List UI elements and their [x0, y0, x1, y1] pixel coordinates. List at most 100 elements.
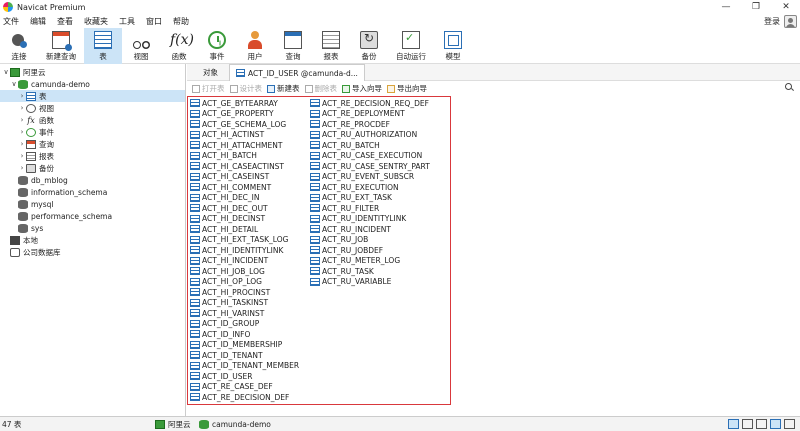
table-item[interactable]: ACT_RU_METER_LOG	[310, 256, 400, 267]
tree-db-information-schema[interactable]: information_schema	[18, 186, 107, 198]
table-item[interactable]: ACT_HI_ATTACHMENT	[190, 140, 282, 151]
table-button[interactable]: 表	[84, 28, 122, 64]
connect-button[interactable]: 连接	[0, 28, 38, 64]
delete-table-button[interactable]: 删除表	[304, 83, 337, 94]
table-item[interactable]: ACT_ID_TENANT_MEMBER	[190, 361, 299, 372]
expand-icon[interactable]: ∨	[2, 68, 10, 76]
table-item[interactable]: ACT_GE_SCHEMA_LOG	[190, 119, 286, 130]
left-panel-toggle-icon[interactable]	[770, 419, 781, 429]
table-item[interactable]: ACT_RU_EVENT_SUBSCR	[310, 172, 414, 183]
table-item[interactable]: ACT_HI_COMMENT	[190, 182, 271, 193]
import-wizard-button[interactable]: 导入向导	[342, 83, 382, 94]
table-item[interactable]: ACT_RU_JOBDEF	[310, 245, 383, 256]
query-button[interactable]: 查询	[274, 28, 312, 64]
table-item[interactable]: ACT_RU_VARIABLE	[310, 277, 391, 288]
table-item[interactable]: ACT_ID_TENANT	[190, 350, 263, 361]
table-item[interactable]: ACT_GE_BYTEARRAY	[190, 98, 278, 109]
menu-tools[interactable]: 工具	[116, 16, 143, 27]
menu-edit[interactable]: 编辑	[27, 16, 54, 27]
table-item[interactable]: ACT_HI_DETAIL	[190, 224, 258, 235]
design-table-button[interactable]: 设计表	[229, 83, 262, 94]
view-button[interactable]: 视图	[122, 28, 160, 64]
table-item[interactable]: ACT_RU_CASE_SENTRY_PART	[310, 161, 430, 172]
table-item[interactable]: ACT_RU_FILTER	[310, 203, 379, 214]
tree-db-mysql[interactable]: mysql	[18, 198, 54, 210]
search-icon[interactable]	[785, 83, 794, 92]
table-item[interactable]: ACT_RU_IDENTITYLINK	[310, 214, 406, 225]
right-panel-toggle-icon[interactable]	[784, 419, 795, 429]
expand-icon[interactable]: ›	[18, 92, 26, 100]
new-query-button[interactable]: 新建查询	[38, 28, 84, 64]
table-item[interactable]: ACT_HI_EXT_TASK_LOG	[190, 235, 288, 246]
expand-icon[interactable]: ›	[18, 116, 26, 124]
table-item[interactable]: ACT_HI_OP_LOG	[190, 277, 262, 288]
tree-connection-local[interactable]: 本地	[10, 234, 38, 246]
table-item[interactable]: ACT_RU_EXECUTION	[310, 182, 399, 193]
tree-connection-aliyun[interactable]: ∨ 阿里云	[2, 66, 46, 78]
table-item[interactable]: ACT_HI_JOB_LOG	[190, 266, 265, 277]
er-view-icon[interactable]	[756, 419, 767, 429]
table-item[interactable]: ACT_HI_ACTINST	[190, 130, 264, 141]
detail-view-icon[interactable]	[742, 419, 753, 429]
menu-window[interactable]: 窗口	[143, 16, 170, 27]
tree-queries[interactable]: › 查询	[18, 138, 54, 150]
table-item[interactable]: ACT_RU_TASK	[310, 266, 374, 277]
expand-icon[interactable]: ›	[18, 152, 26, 160]
table-item[interactable]: ACT_RU_JOB	[310, 235, 368, 246]
table-item[interactable]: ACT_HI_VARINST	[190, 308, 264, 319]
table-item[interactable]: ACT_GE_PROPERTY	[190, 109, 274, 120]
table-item[interactable]: ACT_HI_DECINST	[190, 214, 265, 225]
menu-help[interactable]: 帮助	[170, 16, 197, 27]
table-item[interactable]: ACT_RE_PROCDEF	[310, 119, 390, 130]
table-item[interactable]: ACT_HI_DEC_OUT	[190, 203, 268, 214]
table-item[interactable]: ACT_RU_INCIDENT	[310, 224, 391, 235]
user-avatar-icon[interactable]	[784, 15, 797, 28]
minimize-button[interactable]: —	[712, 0, 740, 14]
tree-tables[interactable]: › 表	[0, 90, 185, 102]
expand-icon[interactable]: ›	[18, 140, 26, 148]
table-item[interactable]: ACT_ID_USER	[190, 371, 253, 382]
maximize-button[interactable]: ❐	[742, 0, 770, 14]
backup-button[interactable]: 备份	[350, 28, 388, 64]
expand-icon[interactable]: ›	[18, 164, 26, 172]
table-item[interactable]: ACT_HI_CASEINST	[190, 172, 269, 183]
tab-objects[interactable]: 对象	[197, 64, 224, 81]
expand-icon[interactable]: ∨	[10, 80, 18, 88]
table-item[interactable]: ACT_ID_GROUP	[190, 319, 259, 330]
table-item[interactable]: ACT_RE_DECISION_DEF	[190, 392, 289, 403]
close-button[interactable]: ✕	[772, 0, 800, 14]
table-item[interactable]: ACT_RU_EXT_TASK	[310, 193, 392, 204]
tree-events[interactable]: › 事件	[18, 126, 54, 138]
open-table-button[interactable]: 打开表	[192, 83, 225, 94]
table-item[interactable]: ACT_HI_INCIDENT	[190, 256, 268, 267]
table-item[interactable]: ACT_RE_DEPLOYMENT	[310, 109, 405, 120]
table-item[interactable]: ACT_RE_DECISION_REQ_DEF	[310, 98, 429, 109]
expand-icon[interactable]: ›	[18, 128, 26, 136]
table-item[interactable]: ACT_RE_CASE_DEF	[190, 382, 273, 393]
table-item[interactable]: ACT_HI_PROCINST	[190, 287, 270, 298]
table-item[interactable]: ACT_HI_CASEACTINST	[190, 161, 284, 172]
tree-views[interactable]: › 视图	[18, 102, 54, 114]
tree-backups[interactable]: › 备份	[18, 162, 54, 174]
tree-connection-company[interactable]: 公司数据库	[10, 246, 61, 258]
menu-file[interactable]: 文件	[0, 16, 27, 27]
tree-db-camunda-demo[interactable]: ∨ camunda-demo	[10, 78, 90, 90]
tree-db-sys[interactable]: sys	[18, 222, 43, 234]
report-button[interactable]: 报表	[312, 28, 350, 64]
table-item[interactable]: ACT_HI_BATCH	[190, 151, 257, 162]
tree-db-performance-schema[interactable]: performance_schema	[18, 210, 112, 222]
export-wizard-button[interactable]: 导出向导	[387, 83, 427, 94]
expand-icon[interactable]: ›	[18, 104, 26, 112]
automation-button[interactable]: 自动运行	[388, 28, 434, 64]
list-view-icon[interactable]	[728, 419, 739, 429]
table-item[interactable]: ACT_RU_AUTHORIZATION	[310, 130, 417, 141]
table-item[interactable]: ACT_ID_MEMBERSHIP	[190, 340, 282, 351]
table-item[interactable]: ACT_HI_IDENTITYLINK	[190, 245, 283, 256]
model-button[interactable]: 模型	[434, 28, 472, 64]
tree-functions[interactable]: › fx 函数	[18, 114, 54, 126]
table-item[interactable]: ACT_ID_INFO	[190, 329, 250, 340]
function-button[interactable]: f(x) 函数	[160, 28, 198, 64]
menu-view[interactable]: 查看	[54, 16, 81, 27]
event-button[interactable]: 事件	[198, 28, 236, 64]
table-item[interactable]: ACT_HI_TASKINST	[190, 298, 268, 309]
